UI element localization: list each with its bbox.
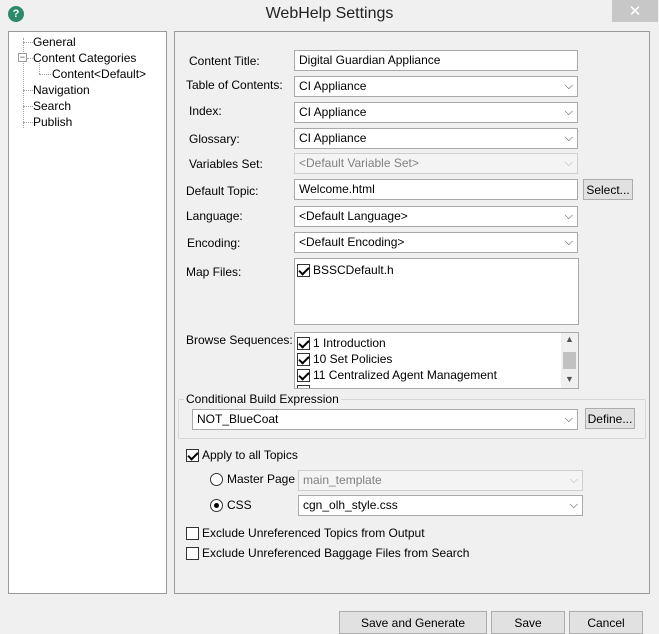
browse-sequence-label: 10 Set Policies — [313, 352, 393, 366]
variables-set-label: Variables Set: — [189, 157, 263, 171]
language-label: Language: — [186, 209, 243, 223]
map-files-list[interactable]: BSSCDefault.h — [294, 258, 579, 325]
chevron-down-icon: ⌵ — [564, 413, 573, 425]
toc-label: Table of Contents: — [186, 78, 283, 92]
checkbox-unchecked-icon[interactable] — [186, 546, 199, 560]
checkbox-checked-icon[interactable] — [186, 448, 199, 462]
exclude-topics-option[interactable]: Exclude Unreferenced Topics from Output — [186, 526, 425, 540]
chevron-down-icon: ⌵ — [564, 157, 573, 169]
glossary-value: CI Appliance — [299, 131, 367, 145]
apply-all-topics-option[interactable]: Apply to all Topics — [186, 448, 298, 462]
checkbox-checked-icon[interactable] — [297, 336, 310, 350]
chevron-down-icon: ⌵ — [564, 210, 573, 222]
map-files-label: Map Files: — [186, 265, 242, 279]
checkbox-unchecked-icon[interactable] — [186, 526, 199, 540]
css-select[interactable]: cgn_olh_style.css ⌵ — [298, 495, 583, 516]
cancel-button[interactable]: Cancel — [569, 611, 643, 634]
scroll-thumb[interactable] — [563, 352, 576, 369]
glossary-select[interactable]: CI Appliance ⌵ — [294, 128, 578, 149]
master-page-option[interactable]: Master Page — [210, 472, 295, 486]
tree-item-content-categories[interactable]: Content Categories — [33, 51, 136, 65]
browse-sequences-list[interactable]: 1 Introduction 10 Set Policies 11 Centra… — [294, 332, 579, 389]
browse-sequence-label: 11 Centralized Agent Management — [313, 368, 497, 382]
browse-sequence-label: 1 Introduction — [313, 336, 386, 350]
encoding-value: <Default Encoding> — [299, 235, 405, 249]
map-file-item[interactable]: BSSCDefault.h — [297, 262, 394, 278]
scroll-down-icon[interactable]: ▼ — [561, 374, 578, 388]
title-bar: ? WebHelp Settings ✕ — [0, 0, 659, 30]
exclude-baggage-label: Exclude Unreferenced Baggage Files from … — [202, 546, 470, 560]
chevron-down-icon: ⌵ — [564, 80, 573, 92]
select-topic-button[interactable]: Select... — [583, 179, 633, 200]
index-value: CI Appliance — [299, 105, 367, 119]
tree-item-publish[interactable]: Publish — [33, 115, 72, 129]
default-topic-label: Default Topic: — [186, 184, 259, 198]
toc-select[interactable]: CI Appliance ⌵ — [294, 76, 578, 97]
chevron-down-icon: ⌵ — [569, 499, 578, 511]
browse-sequence-item[interactable] — [297, 383, 313, 388]
chevron-down-icon: ⌵ — [564, 106, 573, 118]
browse-sequences-label: Browse Sequences: — [186, 333, 293, 347]
browse-sequences-scrollbar[interactable]: ▲ ▼ — [561, 333, 578, 388]
map-file-label: BSSCDefault.h — [313, 263, 394, 277]
radio-selected-icon[interactable] — [210, 498, 223, 512]
checkbox-checked-icon[interactable] — [297, 352, 310, 366]
glossary-label: Glossary: — [189, 132, 240, 146]
browse-sequence-item[interactable]: 11 Centralized Agent Management — [297, 367, 497, 383]
exclude-baggage-option[interactable]: Exclude Unreferenced Baggage Files from … — [186, 546, 469, 560]
master-page-label: Master Page — [227, 472, 296, 486]
scroll-up-icon[interactable]: ▲ — [561, 334, 578, 348]
encoding-label: Encoding: — [187, 236, 241, 250]
browse-sequence-item[interactable]: 10 Set Policies — [297, 351, 392, 367]
tree-item-search[interactable]: Search — [33, 99, 71, 113]
toc-value: CI Appliance — [299, 79, 367, 93]
browse-sequence-item[interactable]: 1 Introduction — [297, 335, 386, 351]
variables-set-value: <Default Variable Set> — [299, 156, 419, 170]
css-label: CSS — [227, 498, 252, 512]
css-option[interactable]: CSS — [210, 498, 252, 512]
define-button[interactable]: Define... — [585, 408, 635, 429]
conditional-build-value: NOT_BlueCoat — [197, 412, 279, 426]
conditional-build-select[interactable]: NOT_BlueCoat ⌵ — [192, 409, 578, 430]
collapse-expander-icon[interactable]: − — [18, 53, 27, 62]
chevron-down-icon: ⌵ — [564, 132, 573, 144]
conditional-build-title: Conditional Build Expression — [184, 392, 341, 406]
chevron-down-icon: ⌵ — [569, 474, 578, 486]
index-label: Index: — [189, 104, 222, 118]
tree-item-general[interactable]: General — [33, 35, 76, 49]
close-button[interactable]: ✕ — [612, 0, 658, 22]
content-title-label: Content Title: — [189, 54, 260, 68]
settings-tree: General − Content Categories Content<Def… — [8, 31, 167, 594]
save-and-generate-button[interactable]: Save and Generate — [339, 611, 487, 634]
exclude-topics-label: Exclude Unreferenced Topics from Output — [202, 526, 425, 540]
apply-all-topics-label: Apply to all Topics — [202, 448, 298, 462]
window-title: WebHelp Settings — [265, 5, 394, 22]
master-page-select: main_template ⌵ — [298, 470, 583, 491]
tree-item-navigation[interactable]: Navigation — [33, 83, 90, 97]
chevron-down-icon: ⌵ — [564, 236, 573, 248]
content-title-input[interactable]: Digital Guardian Appliance — [294, 50, 578, 71]
tree-item-content-default[interactable]: Content<Default> — [52, 67, 146, 81]
encoding-select[interactable]: <Default Encoding> ⌵ — [294, 232, 578, 253]
language-select[interactable]: <Default Language> ⌵ — [294, 206, 578, 227]
master-page-value: main_template — [303, 473, 382, 487]
content-settings-panel: Content Title: Digital Guardian Applianc… — [174, 31, 650, 594]
variables-set-select: <Default Variable Set> ⌵ — [294, 153, 578, 174]
checkbox-checked-icon[interactable] — [297, 263, 310, 277]
checkbox-checked-icon[interactable] — [297, 368, 310, 382]
css-value: cgn_olh_style.css — [303, 498, 398, 512]
checkbox-checked-icon[interactable] — [297, 384, 310, 388]
index-select[interactable]: CI Appliance ⌵ — [294, 102, 578, 123]
radio-unselected-icon[interactable] — [210, 472, 223, 486]
default-topic-input[interactable]: Welcome.html — [294, 179, 578, 200]
save-button[interactable]: Save — [491, 611, 565, 634]
language-value: <Default Language> — [299, 209, 408, 223]
